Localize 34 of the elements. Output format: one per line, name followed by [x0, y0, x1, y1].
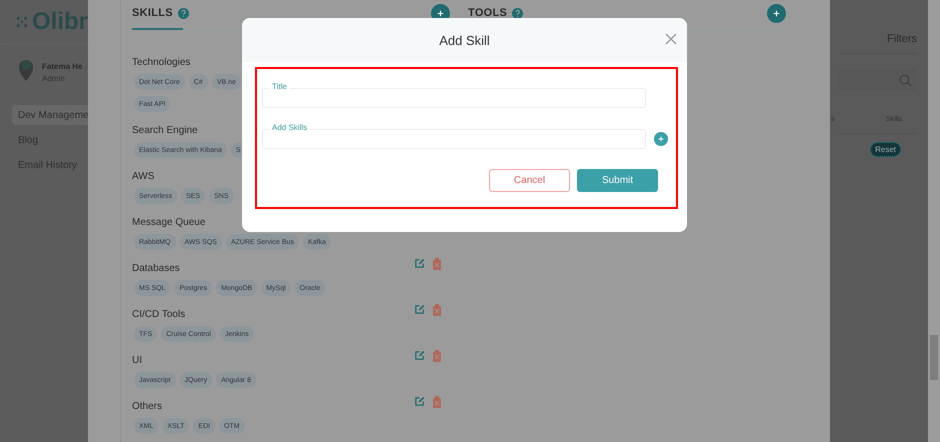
trash-icon[interactable]: [432, 258, 442, 270]
edit-icon[interactable]: [414, 304, 425, 315]
category-title: Message Queue: [132, 217, 206, 229]
field-label: Title: [269, 82, 290, 92]
plus-icon: [658, 136, 664, 142]
trash-icon[interactable]: [432, 304, 442, 316]
category-title: CI/CD Tools: [132, 309, 186, 321]
edit-icon[interactable]: [414, 350, 425, 361]
nav-item[interactable]: Dev Manageme: [12, 105, 88, 125]
help-icon[interactable]: [512, 8, 524, 18]
category-title: UI: [132, 355, 142, 367]
edit-icon[interactable]: [414, 258, 425, 269]
add-button[interactable]: [654, 132, 668, 146]
dialog-title: Add Skill: [439, 32, 490, 48]
cancel-button[interactable]: Cancel: [489, 169, 570, 192]
close-button[interactable]: [663, 31, 679, 47]
category-title: Databases: [132, 263, 180, 275]
category-title: Search Engine: [132, 125, 198, 137]
plus-icon: [773, 10, 780, 16]
trash-icon[interactable]: [432, 350, 442, 362]
edit-icon[interactable]: [414, 396, 425, 407]
scrollbar[interactable]: [928, 0, 940, 442]
section-title: SKILLS: [132, 7, 173, 19]
category-title: AWS: [132, 171, 154, 183]
trash-icon[interactable]: [432, 396, 442, 408]
reset-button[interactable]: Reset: [870, 142, 901, 157]
section-title: TOOLS: [468, 7, 508, 19]
category-title: Technologies: [132, 57, 190, 69]
search-field[interactable]: [838, 70, 916, 90]
category-title: Others: [132, 401, 162, 413]
field-label: Add Skills: [269, 123, 310, 133]
search-icon: [899, 74, 912, 86]
add-button[interactable]: [767, 4, 786, 22]
submit-button[interactable]: Submit: [577, 169, 658, 192]
